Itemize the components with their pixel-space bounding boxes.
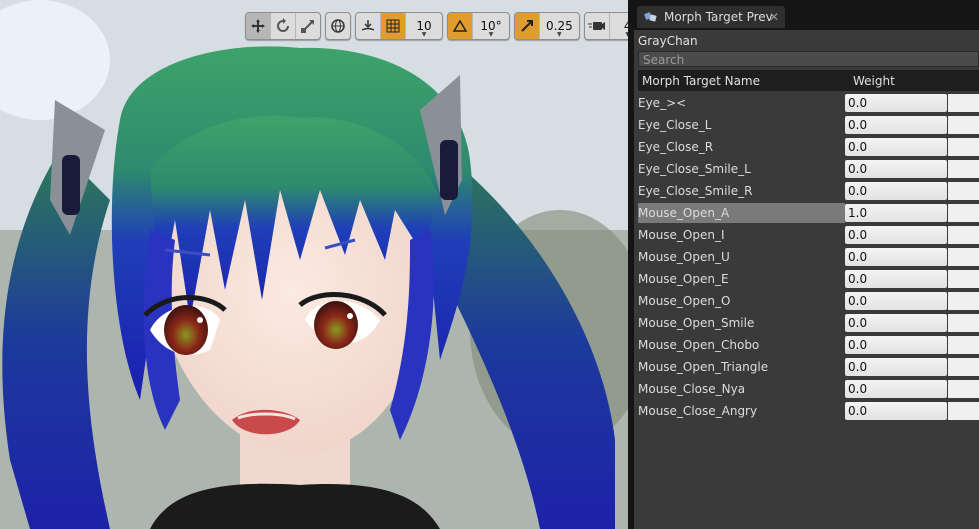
angle-icon[interactable] (448, 13, 473, 39)
morph-target-name: Eye_>< (638, 96, 687, 110)
morph-target-name: Eye_Close_Smile_R (638, 184, 753, 198)
morph-target-name: Mouse_Close_Nya (638, 382, 746, 396)
list-item[interactable]: Eye_Close_Smile_R 0.0 (638, 180, 979, 202)
weight-slider-track[interactable] (948, 292, 979, 310)
weight-slider-track[interactable] (948, 116, 979, 134)
scale-snap-value[interactable]: 0.25 ▼ (540, 13, 579, 39)
list-item[interactable]: Eye_>< 0.0 (638, 92, 979, 114)
weight-field[interactable]: 0.0 (845, 270, 947, 288)
list-item[interactable]: Eye_Close_L 0.0 (638, 114, 979, 136)
weight-slider-track[interactable] (948, 226, 979, 244)
morph-target-name: Mouse_Close_Angry (638, 404, 758, 418)
character-preview (0, 0, 628, 529)
weight-field[interactable]: 0.0 (845, 314, 947, 332)
column-header-weight[interactable]: Weight (848, 74, 895, 88)
weight-field[interactable]: 0.0 (845, 94, 947, 112)
morph-target-icon (644, 10, 658, 24)
list-item[interactable]: Mouse_Close_Angry 0.0 (638, 400, 979, 422)
weight-field[interactable]: 0.0 (845, 160, 947, 178)
mesh-name: GrayChan (638, 34, 698, 48)
list-header: Morph Target Name Weight (638, 70, 979, 91)
morph-target-name: Mouse_Open_O (638, 294, 731, 308)
rotate-icon[interactable] (271, 13, 296, 39)
coordinate-space-group (325, 12, 351, 40)
tab-title: Morph Target Prev (664, 10, 773, 24)
search-input[interactable]: Search (638, 51, 979, 67)
weight-field[interactable]: 0.0 (845, 226, 947, 244)
morph-target-name: Eye_Close_Smile_L (638, 162, 751, 176)
weight-field[interactable]: 0.0 (845, 380, 947, 398)
camera-speed-icon[interactable] (585, 13, 610, 39)
move-icon[interactable] (246, 13, 271, 39)
list-item[interactable]: Mouse_Open_U 0.0 (638, 246, 979, 268)
scale-snap-icon[interactable] (515, 13, 540, 39)
grid-snap-value[interactable]: 10 ▼ (406, 13, 442, 39)
weight-slider-track[interactable] (948, 248, 979, 266)
weight-slider-track[interactable] (948, 160, 979, 178)
transform-mode-group (245, 12, 321, 40)
morph-target-name: Eye_Close_L (638, 118, 712, 132)
weight-field[interactable]: 0.0 (845, 248, 947, 266)
scale-snap-group: 0.25 ▼ (514, 12, 580, 40)
morph-target-name: Mouse_Open_A (638, 203, 845, 223)
weight-slider-track[interactable] (948, 94, 979, 112)
surface-snap-icon[interactable] (356, 13, 381, 39)
list-item[interactable]: Mouse_Open_E 0.0 (638, 268, 979, 290)
column-header-name[interactable]: Morph Target Name (638, 74, 848, 88)
morph-target-name: Mouse_Open_U (638, 250, 730, 264)
grid-snap-group: 10 ▼ (355, 12, 443, 40)
list-item[interactable]: Mouse_Open_Triangle 0.0 (638, 356, 979, 378)
morph-target-name: Mouse_Open_E (638, 272, 729, 286)
list-item-selected[interactable]: Mouse_Open_A 1.0 (638, 202, 979, 224)
weight-slider-track[interactable] (948, 314, 979, 332)
morph-target-list: Eye_>< 0.0 Eye_Close_L 0.0 Eye_Close_R 0.0 … (638, 92, 979, 422)
morph-target-name: Mouse_Open_I (638, 228, 725, 242)
list-item[interactable]: Mouse_Open_Smile 0.0 (638, 312, 979, 334)
camera-speed-value[interactable]: 4▼ (610, 13, 628, 39)
viewport[interactable]: 10▼ 10°▼ 0.25▼ 4▼ (0, 0, 628, 529)
grid-icon[interactable] (381, 13, 406, 39)
tab-bar: Morph Target Prev ✕ (634, 0, 979, 30)
scale-icon[interactable] (296, 13, 320, 39)
morph-target-name: Mouse_Open_Triangle (638, 360, 769, 374)
weight-field[interactable]: 1.0 (845, 204, 947, 222)
weight-field[interactable]: 0.0 (845, 138, 947, 156)
camera-speed-group: 4▼ (583, 12, 628, 40)
panel-content: GrayChan Search Morph Target Name Weight… (634, 30, 979, 529)
close-icon[interactable]: ✕ (769, 10, 779, 24)
weight-slider-track[interactable] (948, 204, 979, 222)
rotation-snap-value[interactable]: 10° ▼ (473, 13, 509, 39)
viewport-toolbar: 10▼ 10°▼ 0.25▼ 4▼ (245, 12, 628, 40)
morph-target-name: Mouse_Open_Smile (638, 316, 755, 330)
globe-icon[interactable] (326, 13, 350, 39)
list-item[interactable]: Eye_Close_R 0.0 (638, 136, 979, 158)
weight-slider-track[interactable] (948, 182, 979, 200)
weight-slider-track[interactable] (948, 270, 979, 288)
rotation-snap-group: 10° ▼ (447, 12, 510, 40)
weight-field[interactable]: 0.0 (845, 358, 947, 376)
weight-slider-track[interactable] (948, 358, 979, 376)
weight-field[interactable]: 0.0 (845, 402, 947, 420)
list-item[interactable]: Mouse_Open_O 0.0 (638, 290, 979, 312)
list-item[interactable]: Mouse_Open_Chobo 0.0 (638, 334, 979, 356)
morph-target-panel: Morph Target Prev ✕ GrayChan Search Morp… (634, 0, 979, 529)
weight-slider-track[interactable] (948, 402, 979, 420)
weight-field[interactable]: 0.0 (845, 182, 947, 200)
tab-morph-target-preview[interactable]: Morph Target Prev ✕ (637, 6, 785, 28)
list-item[interactable]: Mouse_Open_I 0.0 (638, 224, 979, 246)
list-item[interactable]: Eye_Close_Smile_L 0.0 (638, 158, 979, 180)
morph-target-name: Eye_Close_R (638, 140, 714, 154)
weight-slider-track[interactable] (948, 380, 979, 398)
weight-field[interactable]: 0.0 (845, 116, 947, 134)
morph-target-name: Mouse_Open_Chobo (638, 338, 760, 352)
weight-field[interactable]: 0.0 (845, 336, 947, 354)
weight-field[interactable]: 0.0 (845, 292, 947, 310)
list-item[interactable]: Mouse_Close_Nya 0.0 (638, 378, 979, 400)
weight-slider-track[interactable] (948, 138, 979, 156)
weight-slider-track[interactable] (948, 336, 979, 354)
